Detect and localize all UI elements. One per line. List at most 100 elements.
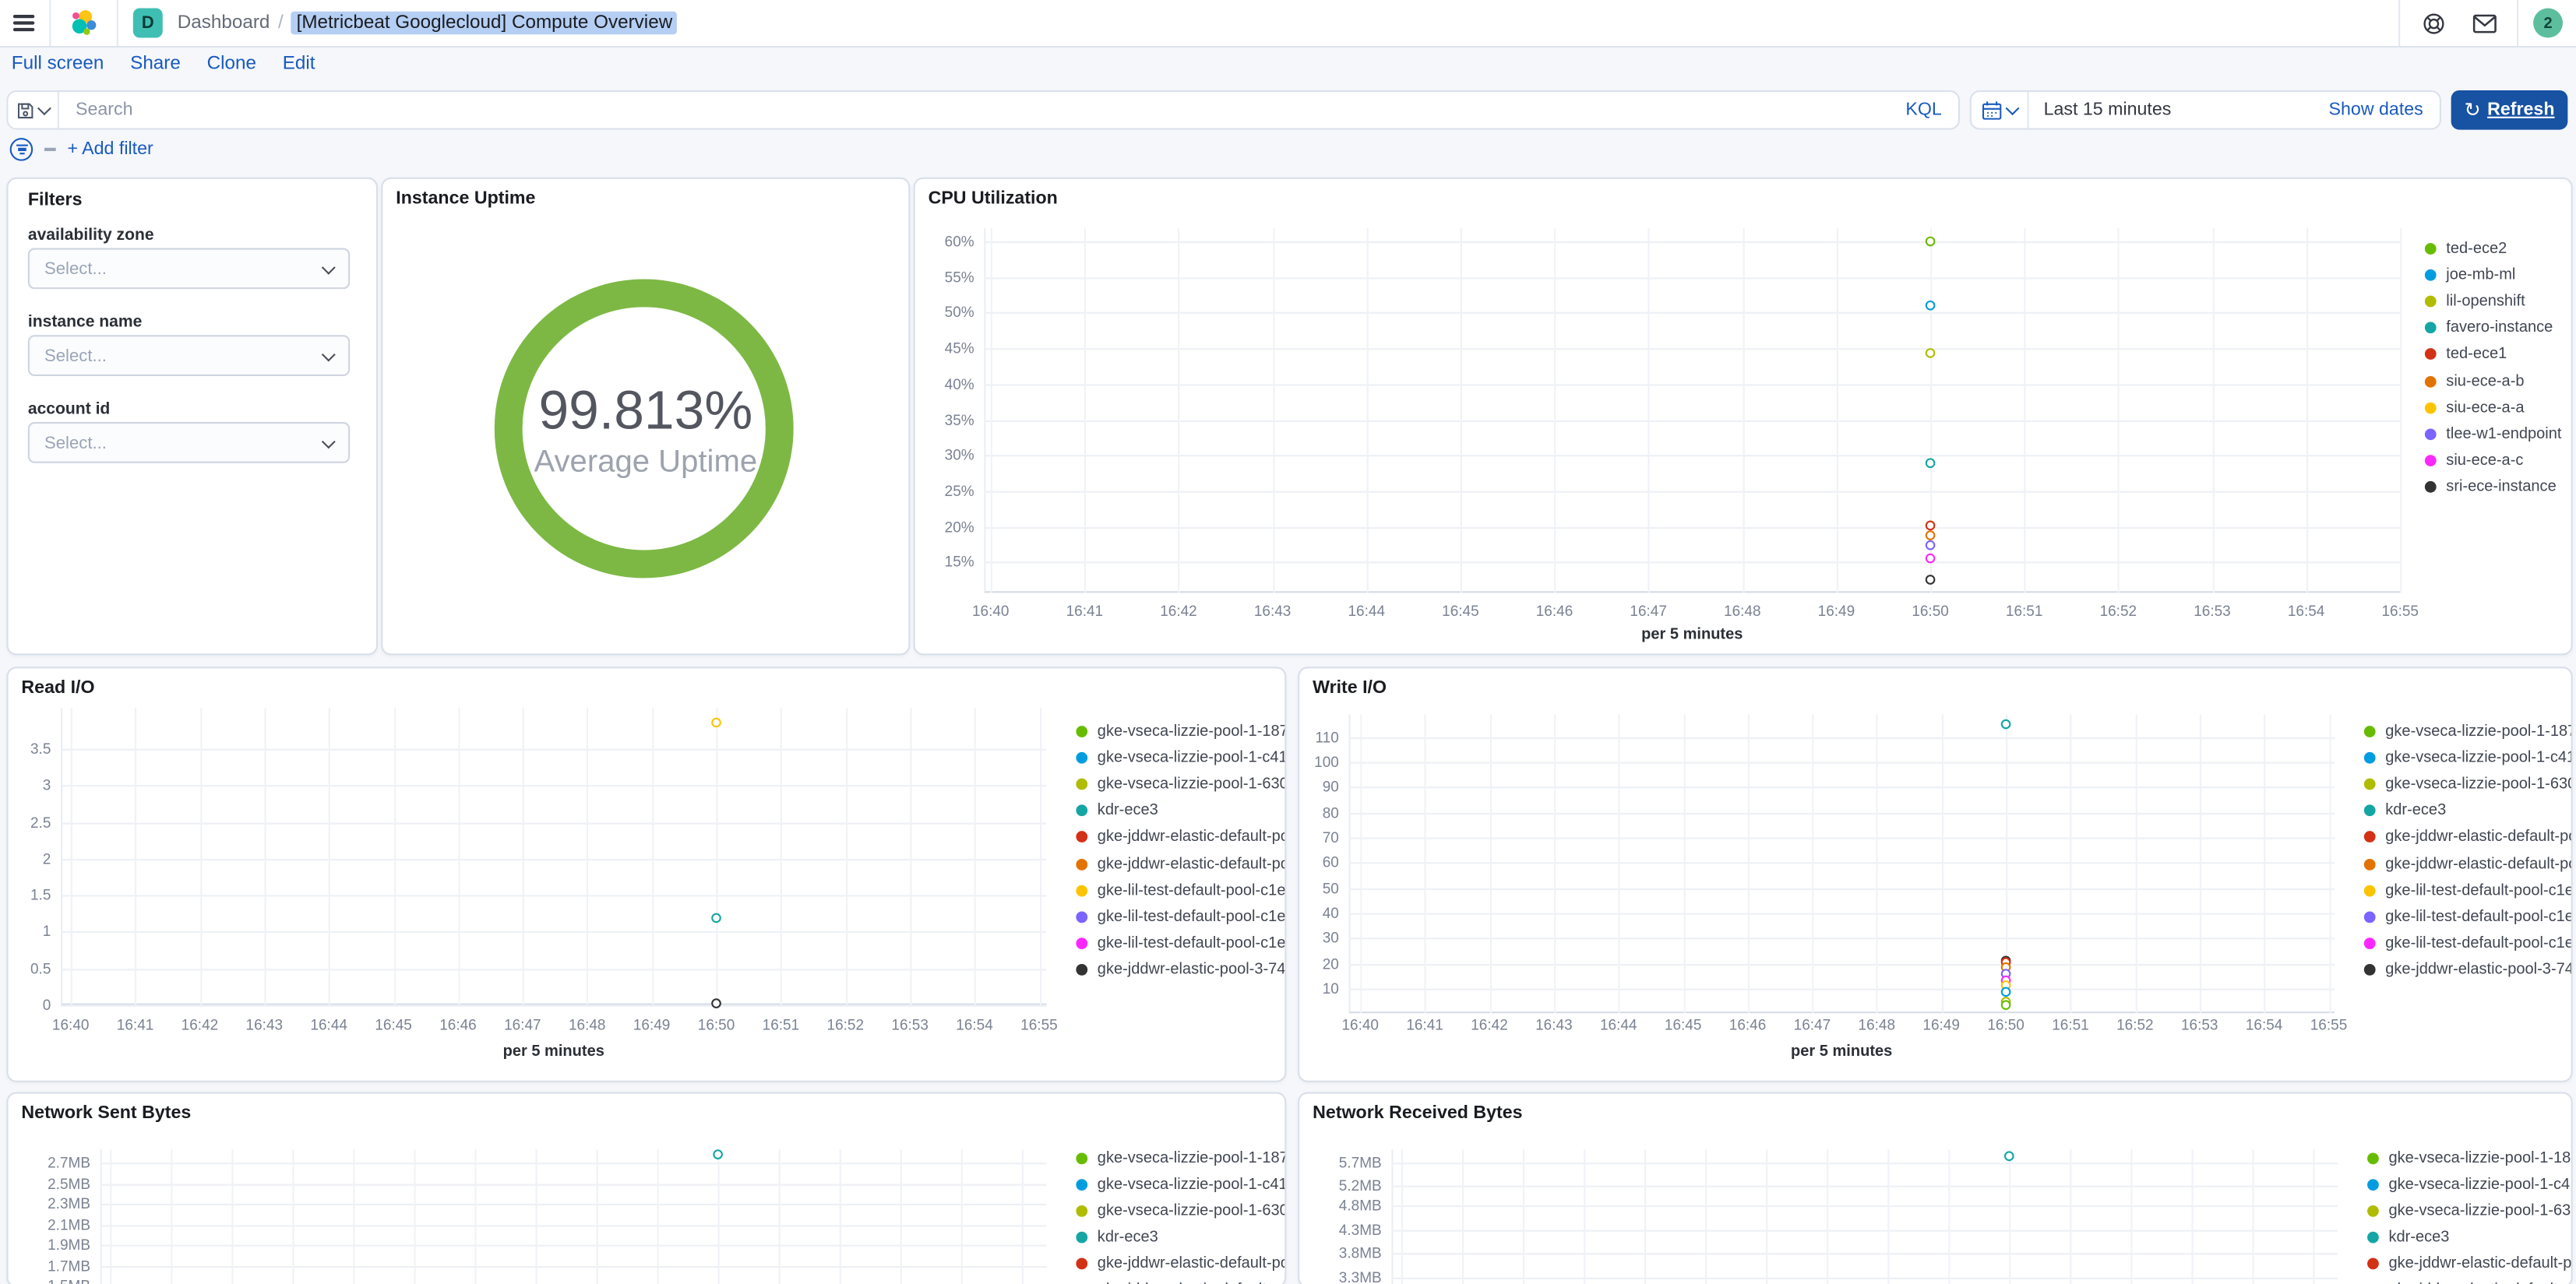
share-button[interactable]: Share — [130, 55, 181, 74]
edit-button[interactable]: Edit — [283, 55, 315, 74]
legend-item[interactable]: gke-vseca-lizzie-pool-1-630... — [2367, 1202, 2571, 1220]
legend-item[interactable]: gke-vseca-lizzie-pool-1-1877... — [2367, 1149, 2571, 1168]
legend-item[interactable]: gke-vseca-lizzie-pool-1-c417... — [2363, 749, 2571, 767]
x-axis-tick-label: 16:43 — [245, 1016, 284, 1033]
legend-label: gke-vseca-lizzie-pool-1-1877... — [2388, 1149, 2571, 1168]
legend-item[interactable]: ted-ece1 — [2424, 346, 2507, 364]
x-gridline — [2070, 1149, 2072, 1284]
availability-zone-select[interactable]: Select... — [27, 248, 351, 290]
data-point[interactable] — [1925, 529, 1936, 540]
data-point[interactable] — [711, 997, 721, 1008]
data-point[interactable] — [2000, 1000, 2011, 1010]
legend-dot-icon — [1076, 910, 1088, 923]
legend-item[interactable]: kdr-ece3 — [1076, 1229, 1158, 1247]
legend-item[interactable]: gke-vseca-lizzie-pool-1-c417... — [1076, 1176, 1284, 1194]
data-point[interactable] — [1925, 301, 1936, 311]
breadcrumb-dashboard[interactable]: Dashboard — [178, 13, 270, 33]
full-screen-button[interactable]: Full screen — [12, 55, 104, 74]
legend-item[interactable]: gke-jddwr-elastic-default-po... — [2367, 1281, 2571, 1284]
search-input[interactable] — [58, 100, 1906, 120]
data-point[interactable] — [1925, 236, 1936, 247]
data-point[interactable] — [1925, 520, 1936, 530]
avatar[interactable]: 2 — [2533, 8, 2564, 38]
quick-select-button[interactable] — [1972, 92, 2029, 128]
legend-item[interactable]: gke-jddwr-elastic-default-po... — [1076, 1254, 1284, 1272]
help-icon[interactable] — [2415, 5, 2451, 40]
y-gridline — [984, 561, 2401, 565]
legend-item[interactable]: gke-jddwr-elastic-default-po... — [1076, 855, 1284, 873]
data-point[interactable] — [2000, 719, 2011, 730]
legend-item[interactable]: gke-jddwr-elastic-default-po... — [1076, 828, 1284, 846]
add-filter-button[interactable]: + Add filter — [67, 139, 153, 159]
menu-icon[interactable] — [12, 14, 35, 32]
mail-icon[interactable] — [2466, 5, 2502, 40]
account-id-select[interactable]: Select... — [27, 422, 351, 463]
legend-item[interactable]: gke-lil-test-default-pool-c1e... — [1076, 908, 1284, 926]
legend-item[interactable]: gke-lil-test-default-pool-c1e... — [1076, 934, 1284, 952]
legend-item[interactable]: gke-vseca-lizzie-pool-1-c417... — [1076, 749, 1284, 767]
legend-dot-icon — [2367, 1205, 2379, 1217]
legend-item[interactable]: siu-ece-a-c — [2424, 452, 2523, 470]
legend-item[interactable]: gke-jddwr-elastic-pool-3-74... — [1076, 961, 1284, 979]
legend-item[interactable]: gke-lil-test-default-pool-c1e... — [2363, 908, 2571, 926]
y-axis-tick-label: 3 — [42, 777, 51, 794]
x-gridline — [2134, 714, 2137, 1014]
legend-item[interactable]: kdr-ece3 — [2367, 1229, 2449, 1247]
chevron-down-icon — [321, 347, 336, 361]
legend-item[interactable]: gke-lil-test-default-pool-c1e... — [1076, 881, 1284, 899]
legend-item[interactable]: lil-openshift — [2424, 293, 2525, 311]
legend-dot-icon — [2424, 401, 2437, 413]
legend-item[interactable]: favero-instance — [2424, 319, 2553, 337]
x-axis-tick-label: 16:45 — [1442, 603, 1479, 620]
legend-item[interactable]: kdr-ece3 — [2363, 802, 2446, 820]
show-dates-button[interactable]: Show dates — [2329, 100, 2440, 120]
legend-item[interactable]: siu-ece-a-b — [2424, 372, 2525, 390]
legend-label: gke-vseca-lizzie-pool-1-630... — [1097, 1201, 1287, 1220]
data-point[interactable] — [1925, 540, 1936, 551]
clone-button[interactable]: Clone — [207, 55, 256, 74]
legend-item[interactable]: gke-vseca-lizzie-pool-1-630... — [1076, 776, 1284, 793]
legend-item[interactable]: gke-jddwr-elastic-default-po... — [1076, 1281, 1284, 1284]
y-gridline — [1348, 762, 2335, 764]
refresh-button[interactable]: ↻ Refresh — [2451, 90, 2568, 130]
legend-item[interactable]: sri-ece-instance — [2424, 477, 2557, 496]
legend-item[interactable]: gke-lil-test-default-pool-c1e... — [2363, 881, 2571, 899]
legend-item[interactable]: gke-vseca-lizzie-pool-1-1877... — [1076, 723, 1284, 740]
legend-item[interactable]: gke-jddwr-elastic-default-po... — [2363, 855, 2571, 873]
query-language-button[interactable]: KQL — [1905, 100, 1958, 120]
time-range-value[interactable]: Last 15 minutes — [2029, 100, 2329, 120]
legend-item[interactable]: gke-vseca-lizzie-pool-1-1877... — [1076, 1149, 1284, 1167]
legend-item[interactable]: tlee-w1-endpoint — [2424, 425, 2561, 443]
legend-item[interactable]: gke-vseca-lizzie-pool-1-630... — [1076, 1201, 1287, 1220]
saved-query-button[interactable] — [8, 92, 59, 128]
legend-item[interactable]: gke-lil-test-default-pool-c1e... — [2363, 934, 2571, 952]
legend-item[interactable]: joe-mb-ml — [2424, 266, 2515, 284]
data-point[interactable] — [1925, 553, 1936, 563]
legend-item[interactable]: gke-vseca-lizzie-pool-1-c417... — [2367, 1176, 2571, 1194]
legend-item[interactable]: gke-jddwr-elastic-pool-3-74... — [2363, 961, 2571, 979]
y-axis-tick-label: 60 — [1322, 854, 1339, 871]
legend-item[interactable]: ted-ece2 — [2424, 240, 2507, 258]
legend-dot-icon — [2424, 322, 2437, 334]
x-axis-tick-label: 16:46 — [439, 1016, 477, 1033]
legend-item[interactable]: gke-jddwr-elastic-default-po... — [2363, 828, 2571, 846]
instance-name-select[interactable]: Select... — [27, 335, 351, 376]
data-point[interactable] — [711, 717, 721, 728]
data-point[interactable] — [1925, 457, 1936, 468]
x-gridline — [1366, 228, 1369, 593]
data-point[interactable] — [711, 913, 721, 923]
filter-icon[interactable] — [9, 138, 33, 161]
y-gridline — [1348, 812, 2335, 814]
legend-dot-icon — [2363, 726, 2376, 737]
y-axis-tick-label: 1.7MB — [48, 1257, 90, 1274]
space-badge[interactable]: D — [132, 8, 163, 38]
legend-item[interactable]: gke-vseca-lizzie-pool-1-1877... — [2363, 723, 2571, 740]
legend-dot-icon — [1076, 963, 1088, 976]
legend-item[interactable]: siu-ece-a-a — [2424, 399, 2525, 417]
elastic-logo-icon[interactable] — [65, 5, 101, 40]
legend-item[interactable]: kdr-ece3 — [1076, 802, 1158, 820]
x-axis-title: per 5 minutes — [502, 1043, 604, 1061]
legend-item[interactable]: gke-jddwr-elastic-default-po... — [2367, 1254, 2571, 1272]
legend-item[interactable]: gke-vseca-lizzie-pool-1-630... — [2363, 776, 2571, 793]
page-title[interactable]: [Metricbeat Googlecloud] Compute Overvie… — [291, 11, 678, 35]
